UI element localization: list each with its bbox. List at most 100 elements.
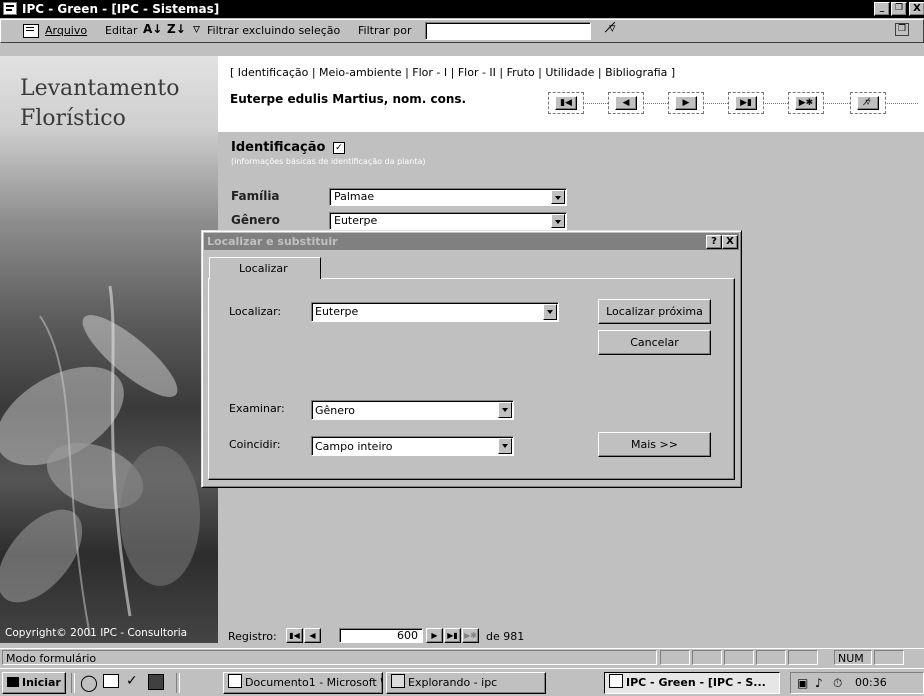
familia-combo[interactable]: Palmae: [329, 188, 567, 206]
word-icon: [228, 674, 242, 688]
nav-new-button[interactable]: ▶✱: [462, 628, 479, 643]
start-button[interactable]: Iniciar: [2, 672, 66, 694]
familia-dropdown-button[interactable]: [551, 190, 565, 204]
match-combo[interactable]: Campo inteiro: [311, 436, 514, 456]
delete-record-button[interactable]: ▿̸: [850, 92, 886, 114]
match-dropdown-button[interactable]: [498, 438, 512, 454]
section-checkbox[interactable]: ✓: [332, 142, 345, 154]
status-panel-1: [660, 650, 690, 665]
sidebar-title-line1: Levantamento: [20, 76, 180, 101]
status-panel-3: [724, 650, 754, 665]
quicklaunch-divider: [71, 673, 75, 693]
status-panel-2: [692, 650, 722, 665]
system-tray: ▣ ♪ ⏱ 00:36: [790, 672, 924, 694]
dialog-titlebar[interactable]: Localizar e substituir ? X: [204, 233, 739, 250]
menu-arquivo[interactable]: Arquivo: [45, 24, 87, 37]
first-record-button[interactable]: ▮◀: [548, 92, 584, 114]
prev-record-button[interactable]: ◀: [608, 92, 644, 114]
last-record-button[interactable]: ▶▮: [728, 92, 764, 114]
next-record-button[interactable]: ▶: [668, 92, 704, 114]
familia-value: Palmae: [334, 190, 375, 203]
section-tabs[interactable]: [ Identificação | Meio-ambiente | Flor -…: [230, 66, 675, 79]
copyright-text: Copyright© 2001 IPC - Consultoria: [5, 627, 188, 639]
find-combo[interactable]: Euterpe: [311, 302, 559, 322]
record-bar: Registro: ▮◀ ◀ 600 ▶ ▶▮ ▶✱ de 981: [218, 626, 924, 646]
nav-next-button[interactable]: ▶: [426, 628, 443, 643]
task-explorer-label: Explorando - ipc: [408, 676, 498, 689]
channels-icon[interactable]: ✓: [126, 673, 138, 689]
nav-first-button[interactable]: ▮◀: [286, 628, 303, 643]
task-ipc-green[interactable]: IPC - Green - [IPC - S...: [604, 672, 780, 694]
status-panel-5: [788, 650, 818, 665]
status-mode: Modo formulário: [2, 650, 657, 665]
more-button[interactable]: Mais >>: [598, 432, 711, 457]
sort-ascending-icon[interactable]: A↓: [143, 22, 162, 36]
record-nav-buttons: ▮◀ ◀ ▶ ▶▮ ▶✱ ▿̸: [548, 92, 924, 116]
genero-dropdown-button[interactable]: [551, 214, 565, 228]
taskbar: Iniciar ◯ ✓ Documento1 - Microsoft W... …: [0, 668, 924, 696]
clock[interactable]: 00:36: [855, 676, 887, 689]
status-panel-4: [756, 650, 786, 665]
scheduler-tray-icon[interactable]: ⏱: [833, 676, 842, 691]
menu-editar[interactable]: Editar: [105, 24, 138, 37]
dialog-help-button[interactable]: ?: [706, 235, 722, 249]
record-number-input[interactable]: 600: [339, 628, 423, 643]
record-label: Registro:: [228, 630, 277, 643]
minimize-button[interactable]: _: [874, 2, 890, 16]
remove-filter-icon[interactable]: ▿̸: [609, 21, 616, 36]
find-next-button[interactable]: Localizar próxima: [598, 299, 711, 324]
outlook-icon[interactable]: [148, 674, 164, 690]
new-record-button[interactable]: ▶✱: [788, 92, 824, 114]
look-in-dropdown-button[interactable]: [498, 402, 512, 418]
desktop-icon[interactable]: [103, 674, 119, 688]
task-word[interactable]: Documento1 - Microsoft W...: [223, 672, 383, 694]
genero-combo[interactable]: Euterpe: [329, 212, 567, 230]
plant-name: Euterpe edulis Martius, nom. cons.: [230, 92, 467, 106]
section-title-text: Identificação: [231, 140, 326, 155]
restore-button[interactable]: ❐: [891, 2, 907, 16]
explorer-icon: [391, 674, 405, 688]
form-header: [ Identificação | Meio-ambiente | Flor -…: [218, 56, 924, 132]
sort-descending-icon[interactable]: Z↓: [167, 22, 186, 36]
look-in-combo[interactable]: Gênero: [311, 400, 514, 420]
match-label: Coincidir:: [229, 438, 281, 451]
section-title: Identificação ✓: [231, 140, 345, 155]
tasks-divider: [176, 673, 180, 693]
mdi-restore-icon[interactable]: ❐: [895, 23, 909, 36]
window-title: IPC - Green - [IPC - Sistemas]: [22, 2, 220, 16]
cancel-button[interactable]: Cancelar: [598, 330, 711, 355]
genero-value: Euterpe: [334, 214, 378, 227]
close-button[interactable]: X: [909, 2, 924, 16]
dialog-close-button[interactable]: X: [722, 235, 738, 249]
filter-input[interactable]: [425, 22, 591, 40]
window-titlebar[interactable]: IPC - Green - [IPC - Sistemas] _ ❐ X: [0, 0, 924, 18]
find-value: Euterpe: [315, 305, 359, 318]
nav-last-button[interactable]: ▶▮: [444, 628, 461, 643]
section-subtitle: (informações básicas de identificação da…: [231, 157, 426, 166]
form-view-icon[interactable]: [23, 24, 39, 38]
volume-tray-icon[interactable]: ♪: [815, 676, 823, 690]
ie-icon[interactable]: ◯: [80, 673, 98, 692]
windows-logo-icon: [7, 677, 19, 687]
look-in-value: Gênero: [315, 404, 356, 417]
menu-filter-by[interactable]: Filtrar por: [358, 24, 411, 37]
app-icon[interactable]: [3, 2, 17, 15]
network-tray-icon[interactable]: ▣: [797, 676, 808, 690]
genero-label: Gênero: [231, 213, 280, 227]
statusbar: Modo formulário NUM: [0, 648, 924, 668]
familia-label: Família: [231, 189, 280, 203]
status-panel-6: [874, 650, 904, 665]
nav-prev-button[interactable]: ◀: [304, 628, 321, 643]
menubar: Arquivo Editar A↓ Z↓ ▿ Filtrar excluindo…: [0, 19, 924, 43]
start-label: Iniciar: [22, 676, 61, 689]
tab-localizar[interactable]: Localizar: [209, 257, 321, 279]
sidebar-title-line2: Florístico: [20, 106, 126, 131]
find-dropdown-button[interactable]: [543, 304, 557, 320]
status-num: NUM: [834, 650, 872, 665]
plant-image: [0, 285, 200, 637]
task-explorer[interactable]: Explorando - ipc: [386, 672, 546, 694]
record-count: de 981: [486, 630, 525, 643]
tab-localizar-label: Localizar: [239, 262, 288, 275]
filter-icon[interactable]: ▿: [193, 21, 200, 37]
menu-filter-excluding[interactable]: Filtrar excluindo seleção: [207, 24, 340, 37]
